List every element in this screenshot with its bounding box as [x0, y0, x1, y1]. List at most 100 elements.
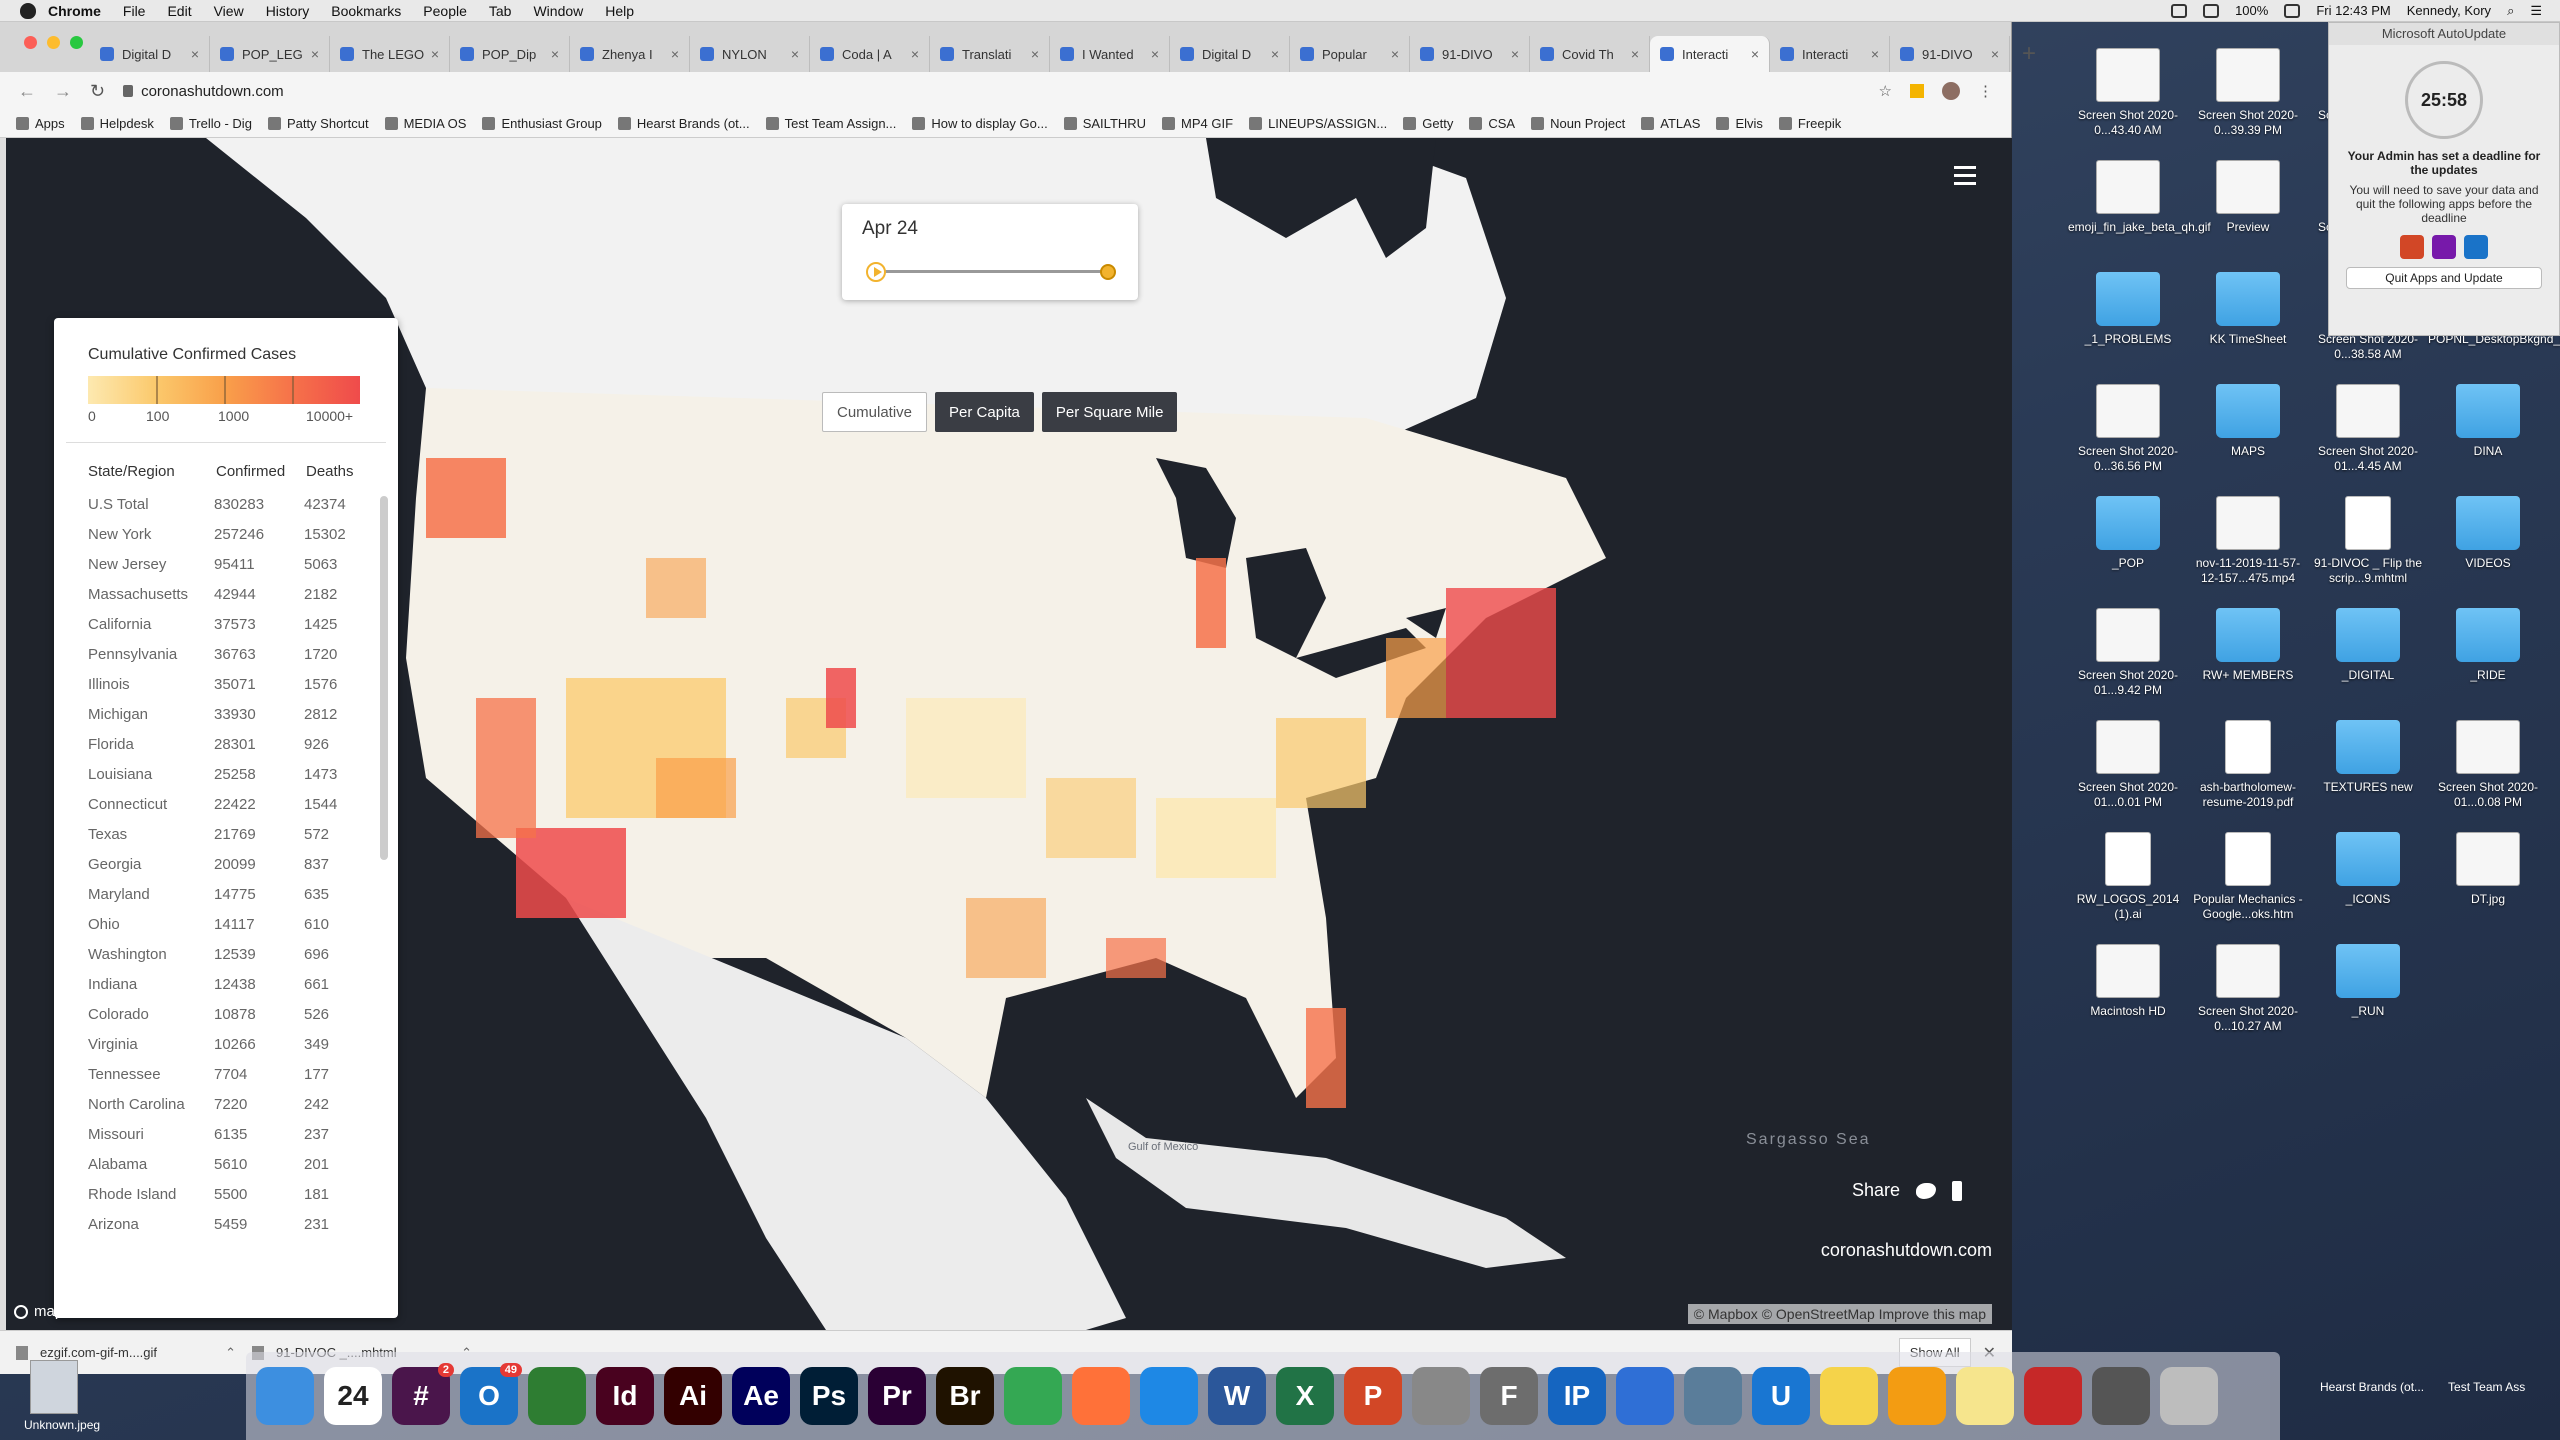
- table-row[interactable]: Florida 28301 926: [88, 730, 398, 760]
- minimize-window-button[interactable]: [47, 36, 60, 49]
- status-app-icon[interactable]: [2171, 3, 2188, 18]
- table-row[interactable]: Pennsylvania 36763 1720: [88, 640, 398, 670]
- desktop-icon[interactable]: 91-DIVOC _ Flip the scrip...9.mhtml: [2308, 496, 2428, 586]
- desktop-icon[interactable]: nov-11-2019-11-57-12-157...475.mp4: [2188, 496, 2308, 586]
- dock-app-bridge[interactable]: Br: [936, 1367, 994, 1425]
- play-icon[interactable]: [866, 262, 886, 282]
- browser-tab[interactable]: Translati ×: [930, 36, 1050, 72]
- bookmark-item[interactable]: Patty Shortcut: [267, 116, 369, 131]
- close-tab-icon[interactable]: ×: [547, 46, 559, 62]
- table-row[interactable]: Michigan 33930 2812: [88, 700, 398, 730]
- browser-tab[interactable]: POP_Dip ×: [450, 36, 570, 72]
- timeline-slider-handle[interactable]: [1100, 264, 1116, 280]
- twitter-icon[interactable]: [1916, 1182, 1936, 1199]
- menu-tab[interactable]: Tab: [489, 3, 512, 19]
- browser-tab[interactable]: The LEGO ×: [330, 36, 450, 72]
- chevron-up-icon[interactable]: ⌃: [225, 1345, 236, 1361]
- bookmark-item[interactable]: Hearst Brands (ot...: [617, 116, 750, 131]
- desktop-icon[interactable]: DINA: [2428, 384, 2548, 459]
- dock-tail-label[interactable]: Hearst Brands (ot...: [2320, 1380, 2424, 1394]
- table-row[interactable]: Virginia 10266 349: [88, 1030, 398, 1060]
- desktop-icon[interactable]: _RIDE: [2428, 608, 2548, 683]
- menu-history[interactable]: History: [266, 3, 310, 19]
- table-row[interactable]: New York 257246 15302: [88, 520, 398, 550]
- bookmark-item[interactable]: LINEUPS/ASSIGN...: [1249, 116, 1387, 131]
- dock-app-photoshop[interactable]: Ps: [800, 1367, 858, 1425]
- wifi-icon[interactable]: [2203, 3, 2220, 18]
- table-row[interactable]: Georgia 20099 837: [88, 850, 398, 880]
- browser-tab[interactable]: NYLON ×: [690, 36, 810, 72]
- desktop-icon[interactable]: Screen Shot 2020-0...39.39 PM: [2188, 48, 2308, 138]
- close-tab-icon[interactable]: ×: [1987, 46, 1999, 62]
- dock-app-after-effects[interactable]: Ae: [732, 1367, 790, 1425]
- table-row[interactable]: Maryland 14775 635: [88, 880, 398, 910]
- timeline-slider-track[interactable]: [872, 270, 1108, 273]
- menu-list-icon[interactable]: ☰: [2530, 3, 2542, 19]
- extension-icon[interactable]: [1910, 84, 1924, 98]
- desktop-icon[interactable]: DT.jpg: [2428, 832, 2548, 907]
- dock-app-people[interactable]: [2092, 1367, 2150, 1425]
- close-tab-icon[interactable]: ×: [1507, 46, 1519, 62]
- user-name[interactable]: Kennedy, Kory: [2407, 3, 2491, 18]
- more-menu-icon[interactable]: ⋮: [1978, 82, 1993, 100]
- close-tab-icon[interactable]: ×: [1027, 46, 1039, 62]
- facebook-icon[interactable]: [1952, 1180, 1962, 1201]
- table-row[interactable]: Illinois 35071 1576: [88, 670, 398, 700]
- bookmark-item[interactable]: Freepik: [1778, 116, 1841, 131]
- table-row[interactable]: Tennessee 7704 177: [88, 1060, 398, 1090]
- table-row[interactable]: Massachusetts 42944 2182: [88, 580, 398, 610]
- dock-app-word[interactable]: W: [1208, 1367, 1266, 1425]
- browser-tab[interactable]: Zhenya I ×: [570, 36, 690, 72]
- desktop-icon[interactable]: Screen Shot 2020-01...9.42 PM: [2068, 608, 2188, 698]
- browser-tab[interactable]: POP_LEG ×: [210, 36, 330, 72]
- desktop-icon[interactable]: Screen Shot 2020-0...10.27 AM: [2188, 944, 2308, 1034]
- desktop-icon[interactable]: Screen Shot 2020-0...43.40 AM: [2068, 48, 2188, 138]
- close-tab-icon[interactable]: ×: [307, 46, 319, 62]
- dock-app-keynote[interactable]: [1616, 1367, 1674, 1425]
- desktop-icon[interactable]: _DIGITAL: [2308, 608, 2428, 683]
- site-url[interactable]: coronashutdown.com: [1821, 1240, 1992, 1261]
- search-icon[interactable]: ⌕: [2507, 3, 2514, 19]
- dock-app-firefox[interactable]: [1072, 1367, 1130, 1425]
- forward-arrow-icon[interactable]: →: [54, 81, 72, 102]
- close-tab-icon[interactable]: ×: [1747, 46, 1759, 62]
- back-arrow-icon[interactable]: ←: [18, 81, 36, 102]
- desktop-icon[interactable]: Screen Shot 2020-01...0.08 PM: [2428, 720, 2548, 810]
- bookmark-item[interactable]: How to display Go...: [912, 116, 1048, 131]
- dock-app-pen[interactable]: [528, 1367, 586, 1425]
- dock-app-finder[interactable]: [256, 1367, 314, 1425]
- bookmark-star-icon[interactable]: ☆: [1879, 82, 1892, 100]
- browser-tab[interactable]: Coda | A ×: [810, 36, 930, 72]
- desktop-icon[interactable]: _ICONS: [2308, 832, 2428, 907]
- desktop-icon[interactable]: _POP: [2068, 496, 2188, 571]
- new-tab-icon[interactable]: +: [2010, 36, 2048, 72]
- mode-button-per-square-mile[interactable]: Per Square Mile: [1041, 392, 1178, 432]
- desktop-icon[interactable]: _RUN: [2308, 944, 2428, 1019]
- dock-app-outlook[interactable]: O 49: [460, 1363, 522, 1425]
- desktop-icon[interactable]: Macintosh HD: [2068, 944, 2188, 1019]
- mode-button-per-capita[interactable]: Per Capita: [935, 392, 1034, 432]
- table-row[interactable]: Ohio 14117 610: [88, 910, 398, 940]
- browser-tab[interactable]: 91-DIVO ×: [1410, 36, 1530, 72]
- bookmark-item[interactable]: Elvis: [1716, 116, 1763, 131]
- desktop-icon[interactable]: RW_LOGOS_2014 (1).ai: [2068, 832, 2188, 922]
- map-attribution[interactable]: © Mapbox © OpenStreetMap Improve this ma…: [1687, 1304, 1992, 1324]
- close-tab-icon[interactable]: ×: [1267, 46, 1279, 62]
- dock-app-stickies[interactable]: [1956, 1367, 2014, 1425]
- dock-app-premiere[interactable]: Pr: [868, 1367, 926, 1425]
- close-tab-icon[interactable]: ×: [187, 46, 199, 62]
- dock-app-sync[interactable]: [1888, 1367, 1946, 1425]
- table-row[interactable]: Indiana 12438 661: [88, 970, 398, 1000]
- close-tab-icon[interactable]: ×: [1627, 46, 1639, 62]
- browser-tab[interactable]: Digital D ×: [90, 36, 210, 72]
- desktop-icon[interactable]: TEXTURES new: [2308, 720, 2428, 795]
- browser-tab[interactable]: Popular ×: [1290, 36, 1410, 72]
- browser-tab[interactable]: Covid Th ×: [1530, 36, 1650, 72]
- table-row[interactable]: Rhode Island 5500 181: [88, 1180, 398, 1210]
- apple-icon[interactable]: [20, 2, 36, 19]
- dock-app-excel[interactable]: X: [1276, 1367, 1334, 1425]
- menu-window[interactable]: Window: [533, 3, 583, 19]
- desktop-icon[interactable]: emoji_fin_jake_beta_qh.gif: [2068, 160, 2211, 235]
- map-view[interactable]: Sargasso Sea Gulf of Mexico Apr 24 Cumul…: [6, 138, 2012, 1330]
- dock-app-slack[interactable]: #2: [392, 1363, 454, 1425]
